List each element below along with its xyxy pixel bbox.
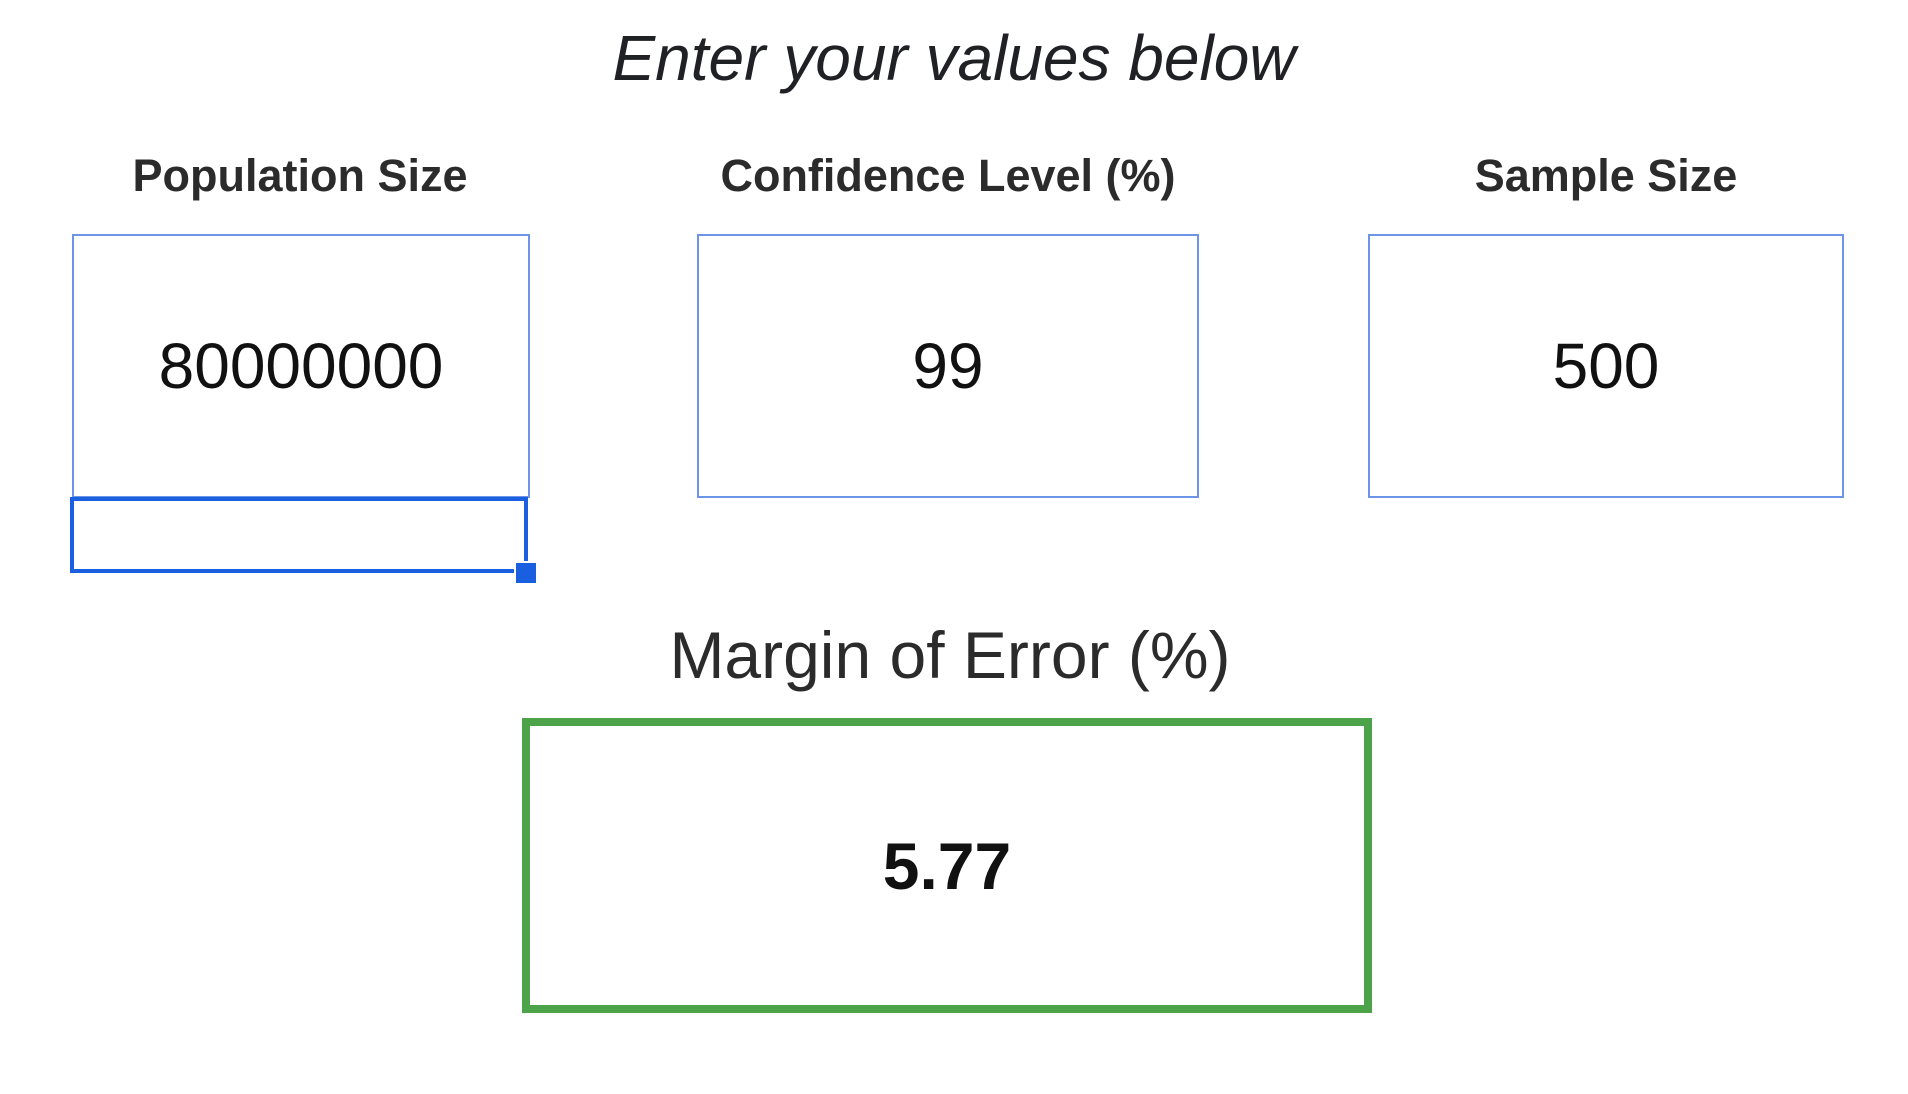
margin-of-error-label: Margin of Error (%) [669,618,1231,692]
selected-cell[interactable] [70,497,528,573]
sample-size-cell[interactable]: 500 [1368,234,1844,498]
population-size-cell[interactable]: 80000000 [72,234,530,498]
fill-handle[interactable] [514,561,538,585]
instructions-heading: Enter your values below [612,22,1296,94]
margin-of-error-result[interactable]: 5.77 [522,718,1372,1013]
spreadsheet-canvas: Enter your values below Population Size … [0,0,1908,1094]
sample-size-label: Sample Size [1474,150,1738,201]
confidence-level-cell[interactable]: 99 [697,234,1199,498]
confidence-level-label: Confidence Level (%) [720,150,1176,201]
population-size-label: Population Size [132,150,468,201]
